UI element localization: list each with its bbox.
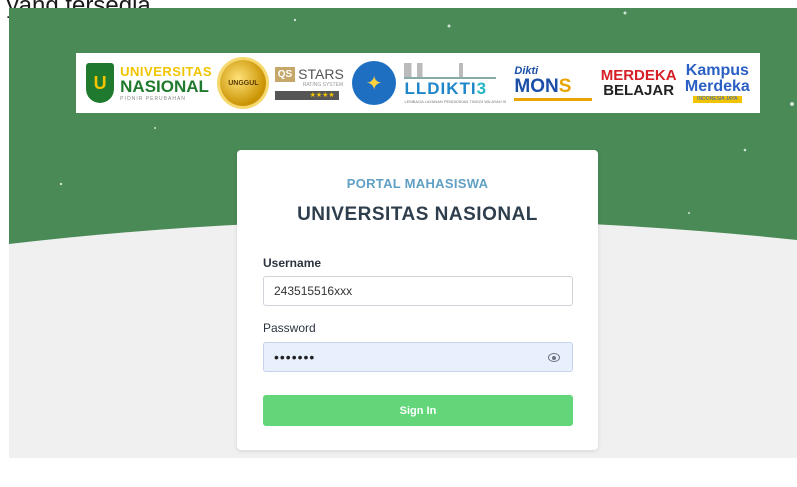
kemendikbud-emblem-icon: ✦: [352, 61, 397, 105]
lldikti-subtitle: LEMBAGA LAYANAN PENDIDIKAN TINGGI WILAYA…: [404, 98, 507, 104]
sponsor-logo-strip: U UNIVERSITAS NASIONAL PIONIR PERUBAHAN …: [76, 53, 760, 113]
universitas-nasional-logo: U UNIVERSITAS NASIONAL PIONIR PERUBAHAN: [86, 63, 212, 103]
accreditation-medal-logo: UNGGUL: [220, 60, 267, 106]
kampus-merdeka-logo: Kampus Merdeka INDONESIA JAYA: [685, 63, 750, 103]
qs-badge: QS: [274, 66, 296, 82]
unas-logo-line2: NASIONAL: [120, 76, 209, 96]
kampus-line2: Merdeka: [684, 78, 750, 95]
show-password-eye-icon[interactable]: [548, 353, 560, 362]
dikti-mons-logo: Dikti MONS: [514, 65, 593, 101]
qs-stars-logo: QS STARS RATING SYSTEM ★★★★: [274, 66, 344, 100]
kampus-tag: INDONESIA JAYA: [693, 96, 742, 103]
login-page: U UNIVERSITAS NASIONAL PIONIR PERUBAHAN …: [9, 8, 797, 458]
password-value: •••••••: [274, 349, 316, 365]
tut-wuri-handayani-logo: ✦: [352, 61, 397, 105]
sign-in-button[interactable]: Sign In: [263, 395, 573, 426]
lldikti-logo: LLDIKTI3 LEMBAGA LAYANAN PENDIDIKAN TING…: [404, 62, 507, 104]
page-title: UNIVERSITAS NASIONAL: [297, 204, 538, 225]
username-field[interactable]: 243515516xxx: [263, 276, 573, 306]
unas-shield-icon: U: [86, 63, 115, 103]
qs-subtitle: RATING SYSTEM: [302, 82, 344, 88]
dikti-line2b: S: [558, 75, 572, 97]
dikti-underline: [514, 97, 593, 101]
qs-stars-name: STARS: [298, 66, 344, 82]
medal-icon: UNGGUL: [220, 60, 267, 106]
password-label: Password: [263, 321, 316, 335]
skyline-icon: [404, 62, 497, 79]
merdeka-line1: MERDEKA: [600, 67, 677, 84]
merdeka-belajar-logo: MERDEKA BELAJAR: [601, 68, 677, 98]
lldikti-number: 3: [476, 78, 488, 98]
lldikti-word: LLDIKTI: [404, 78, 477, 98]
kampus-line1: Kampus: [685, 62, 749, 79]
qs-rating-bar: ★★★★: [274, 91, 339, 100]
merdeka-line2: BELAJAR: [603, 82, 675, 99]
unas-logo-line1: UNIVERSITAS: [120, 63, 213, 79]
login-card: PORTAL MAHASISWA UNIVERSITAS NASIONAL Us…: [237, 150, 598, 450]
username-value: 243515516xxx: [274, 284, 353, 298]
password-field[interactable]: •••••••: [263, 342, 573, 372]
username-label: Username: [263, 256, 322, 270]
unas-logo-tagline: PIONIR PERUBAHAN: [120, 95, 186, 102]
portal-label: PORTAL MAHASISWA: [346, 176, 489, 191]
medal-label: UNGGUL: [228, 79, 259, 87]
dikti-line2a: MON: [514, 75, 559, 97]
